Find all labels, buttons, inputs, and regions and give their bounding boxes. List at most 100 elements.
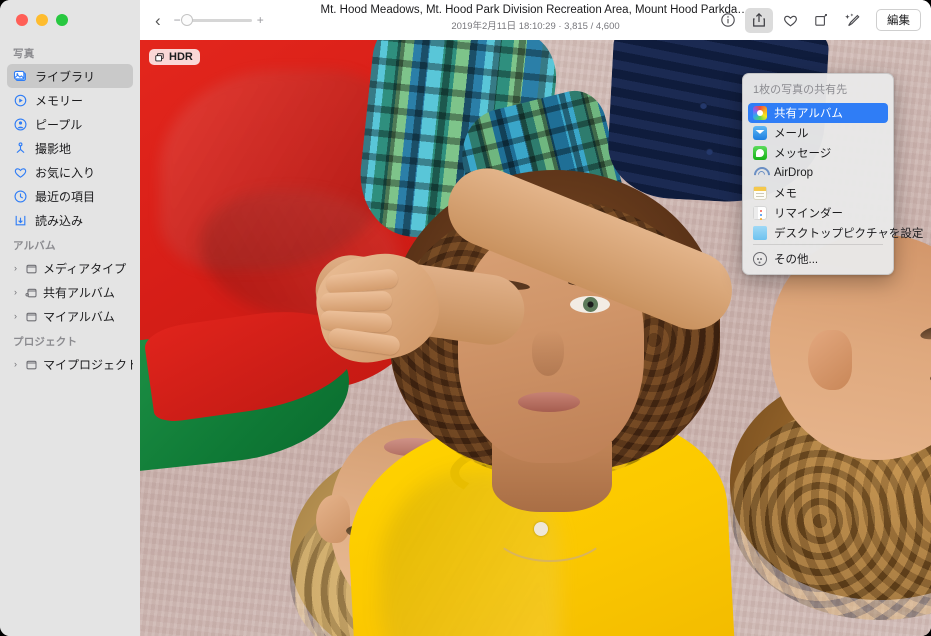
more-circle-icon (753, 252, 767, 266)
sidebar-item-recents[interactable]: 最近の項目 (7, 184, 133, 208)
minimize-button[interactable] (36, 14, 48, 26)
shared-folder-icon (24, 285, 39, 300)
chevron-right-icon[interactable]: › (11, 264, 20, 273)
sidebar-item-label: メディアタイプ (43, 260, 126, 277)
share-menu-item-label: AirDrop (774, 167, 813, 179)
photo-viewer[interactable]: HDR 1枚の写真の共有先 共有アルバム メール メッセージ (140, 40, 931, 636)
sidebar-item-label: 読み込み (35, 212, 83, 229)
hdr-badge: HDR (149, 49, 200, 65)
auto-enhance-icon (844, 12, 861, 29)
share-menu-item-label: メール (774, 125, 809, 141)
sidebar-item-places[interactable]: 撮影地 (7, 136, 133, 160)
photo-girl-nose (532, 330, 564, 376)
share-button[interactable] (745, 8, 773, 33)
share-menu-item-desktop-picture[interactable]: デスクトップピクチャを設定 (748, 223, 888, 243)
share-icon (751, 12, 767, 28)
photo-shirt-button (706, 148, 713, 155)
main-area: ‹ − + Mt. Hood Meadows, Mt. Hood Park Di… (140, 0, 931, 636)
zoom-out-icon[interactable]: − (174, 14, 181, 26)
folder-icon (24, 309, 39, 324)
sidebar-item-label: 共有アルバム (43, 284, 115, 301)
share-menu-item-label: 共有アルバム (774, 105, 843, 121)
favorite-heart-icon (782, 12, 799, 29)
places-pin-icon (13, 141, 28, 156)
memories-icon (13, 93, 28, 108)
auto-enhance-button[interactable] (838, 8, 866, 33)
rotate-button[interactable] (807, 8, 835, 33)
share-menu-item-airdrop[interactable]: AirDrop (748, 163, 888, 183)
photo-finger (320, 310, 393, 333)
folder-icon (24, 357, 39, 372)
chevron-right-icon[interactable]: › (11, 288, 20, 297)
sidebar-item-label: ピープル (35, 116, 82, 133)
share-menu-item-mail[interactable]: メール (748, 123, 888, 143)
photos-library-icon (13, 69, 28, 84)
share-menu-item-more[interactable]: その他... (748, 249, 888, 269)
sidebar-item-people[interactable]: ピープル (7, 112, 133, 136)
info-icon (720, 12, 736, 28)
folder-icon (24, 261, 39, 276)
photo-boy-ear (808, 330, 852, 390)
toolbar: ‹ − + Mt. Hood Meadows, Mt. Hood Park Di… (140, 0, 931, 40)
share-menu-item-label: メモ (774, 185, 797, 201)
zoom-slider-track[interactable] (186, 19, 252, 22)
chevron-right-icon[interactable]: › (11, 312, 20, 321)
sidebar-item-label: マイプロジェクト (43, 356, 133, 373)
sidebar: 写真 ライブラリ メモリー ピープル (0, 0, 140, 636)
share-menu-item-notes[interactable]: メモ (748, 183, 888, 203)
share-menu-item-messages[interactable]: メッセージ (748, 143, 888, 163)
zoom-in-icon[interactable]: + (257, 14, 264, 26)
notes-icon (753, 186, 767, 200)
sidebar-item-library[interactable]: ライブラリ (7, 64, 133, 88)
edit-button-label: 編集 (887, 12, 910, 28)
share-menu[interactable]: 1枚の写真の共有先 共有アルバム メール メッセージ AirDrop (742, 73, 894, 275)
page-title: Mt. Hood Meadows, Mt. Hood Park Division… (321, 4, 751, 16)
traffic-lights (16, 14, 68, 26)
sidebar-item-label: ライブラリ (35, 68, 95, 85)
share-menu-item-label: その他... (774, 251, 818, 267)
sidebar-item-my-projects[interactable]: › マイプロジェクト (7, 352, 133, 376)
share-menu-item-shared-album[interactable]: 共有アルバム (748, 103, 888, 123)
sidebar-section-albums-title: アルバム (0, 232, 140, 256)
share-menu-item-reminders[interactable]: リマインダー (748, 203, 888, 223)
close-button[interactable] (16, 14, 28, 26)
rotate-icon (813, 12, 829, 28)
sidebar-item-imports[interactable]: 読み込み (7, 208, 133, 232)
photo-shirt-button (700, 102, 707, 109)
sidebar-item-favorites[interactable]: お気に入り (7, 160, 133, 184)
edit-button[interactable]: 編集 (876, 9, 921, 31)
zoom-slider-thumb[interactable] (181, 14, 193, 26)
layers-icon (154, 52, 165, 63)
photo-child-ear (316, 495, 350, 543)
hdr-badge-label: HDR (169, 51, 193, 63)
info-button[interactable] (714, 8, 742, 33)
sidebar-item-label: マイアルバム (43, 308, 115, 325)
sidebar-section-projects-title: プロジェクト (0, 328, 140, 352)
sidebar-item-memories[interactable]: メモリー (7, 88, 133, 112)
desktop-picture-icon (753, 226, 767, 240)
chevron-left-icon[interactable]: ‹ (150, 12, 166, 29)
sidebar-item-label: 撮影地 (35, 140, 71, 157)
share-menu-item-label: デスクトップピクチャを設定 (774, 225, 923, 241)
import-icon (13, 213, 28, 228)
sidebar-item-shared-albums[interactable]: › 共有アルバム (7, 280, 133, 304)
photo-finger (320, 291, 393, 313)
photo-girl-pendant (534, 522, 548, 536)
photo-girl-lips (518, 392, 580, 412)
messages-icon (753, 146, 767, 160)
heart-icon (13, 165, 28, 180)
sidebar-section-photos-title: 写真 (0, 40, 140, 64)
zoom-slider[interactable]: − + (174, 14, 264, 26)
zoom-button[interactable] (56, 14, 68, 26)
toolbar-right: 編集 (714, 8, 921, 33)
share-menu-header: 1枚の写真の共有先 (743, 78, 893, 103)
chevron-right-icon[interactable]: › (11, 360, 20, 369)
favorite-button[interactable] (776, 8, 804, 33)
photos-window: 写真 ライブラリ メモリー ピープル (0, 0, 931, 636)
photo-girl-necklace (490, 492, 610, 562)
sidebar-item-label: 最近の項目 (35, 188, 95, 205)
shared-album-icon (753, 106, 767, 120)
sidebar-item-my-albums[interactable]: › マイアルバム (7, 304, 133, 328)
menu-divider (753, 244, 883, 245)
sidebar-item-media-types[interactable]: › メディアタイプ (7, 256, 133, 280)
